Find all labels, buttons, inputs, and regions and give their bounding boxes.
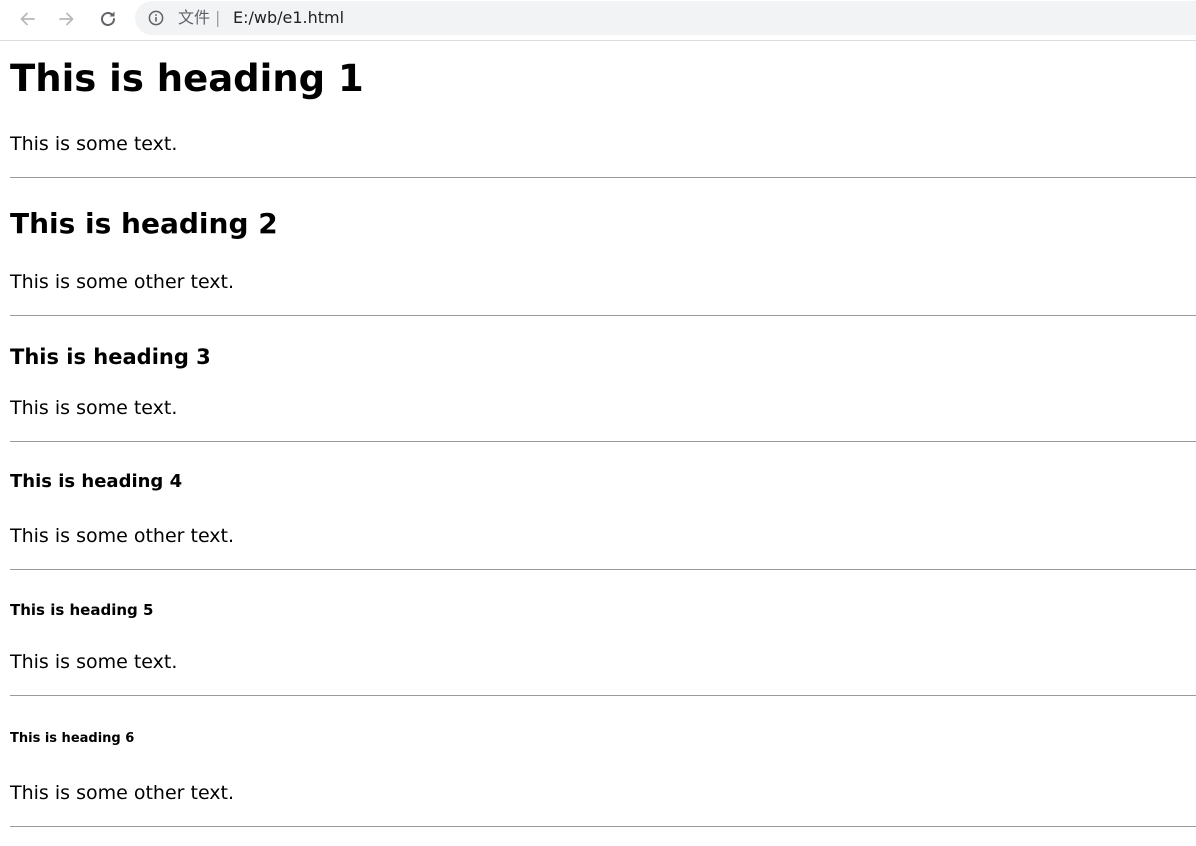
paragraph-6: This is some other text. [10, 782, 235, 804]
url-scheme-label: 文件 [178, 8, 211, 27]
paragraph-5: This is some text. [10, 651, 178, 673]
divider [10, 569, 1196, 570]
arrow-left-icon [20, 12, 35, 26]
divider [10, 315, 1196, 316]
info-icon[interactable] [148, 10, 164, 26]
reload-icon [101, 11, 115, 26]
heading-5: This is heading 5 [10, 601, 154, 619]
heading-3: This is heading 3 [10, 345, 211, 369]
url-text[interactable]: E:/wb/e1.html [233, 7, 344, 29]
browser-toolbar: 文件 | E:/wb/e1.html [0, 0, 1196, 41]
paragraph-1: This is some text. [10, 133, 178, 155]
paragraph-3: This is some text. [10, 397, 178, 419]
heading-2: This is heading 2 [10, 207, 278, 240]
heading-6: This is heading 6 [10, 731, 135, 746]
paragraph-4: This is some other text. [10, 525, 235, 547]
divider [10, 826, 1196, 827]
divider [10, 177, 1196, 178]
divider [10, 695, 1196, 696]
address-bar[interactable]: 文件 | E:/wb/e1.html [135, 1, 1196, 35]
paragraph-2: This is some other text. [10, 271, 235, 293]
heading-4: This is heading 4 [10, 471, 183, 492]
url-separator: | [215, 8, 221, 27]
arrow-right-icon [59, 12, 74, 26]
back-button[interactable] [13, 5, 41, 33]
divider [10, 441, 1196, 442]
forward-button[interactable] [53, 5, 81, 33]
heading-1: This is heading 1 [10, 57, 364, 100]
reload-button[interactable] [94, 5, 122, 33]
